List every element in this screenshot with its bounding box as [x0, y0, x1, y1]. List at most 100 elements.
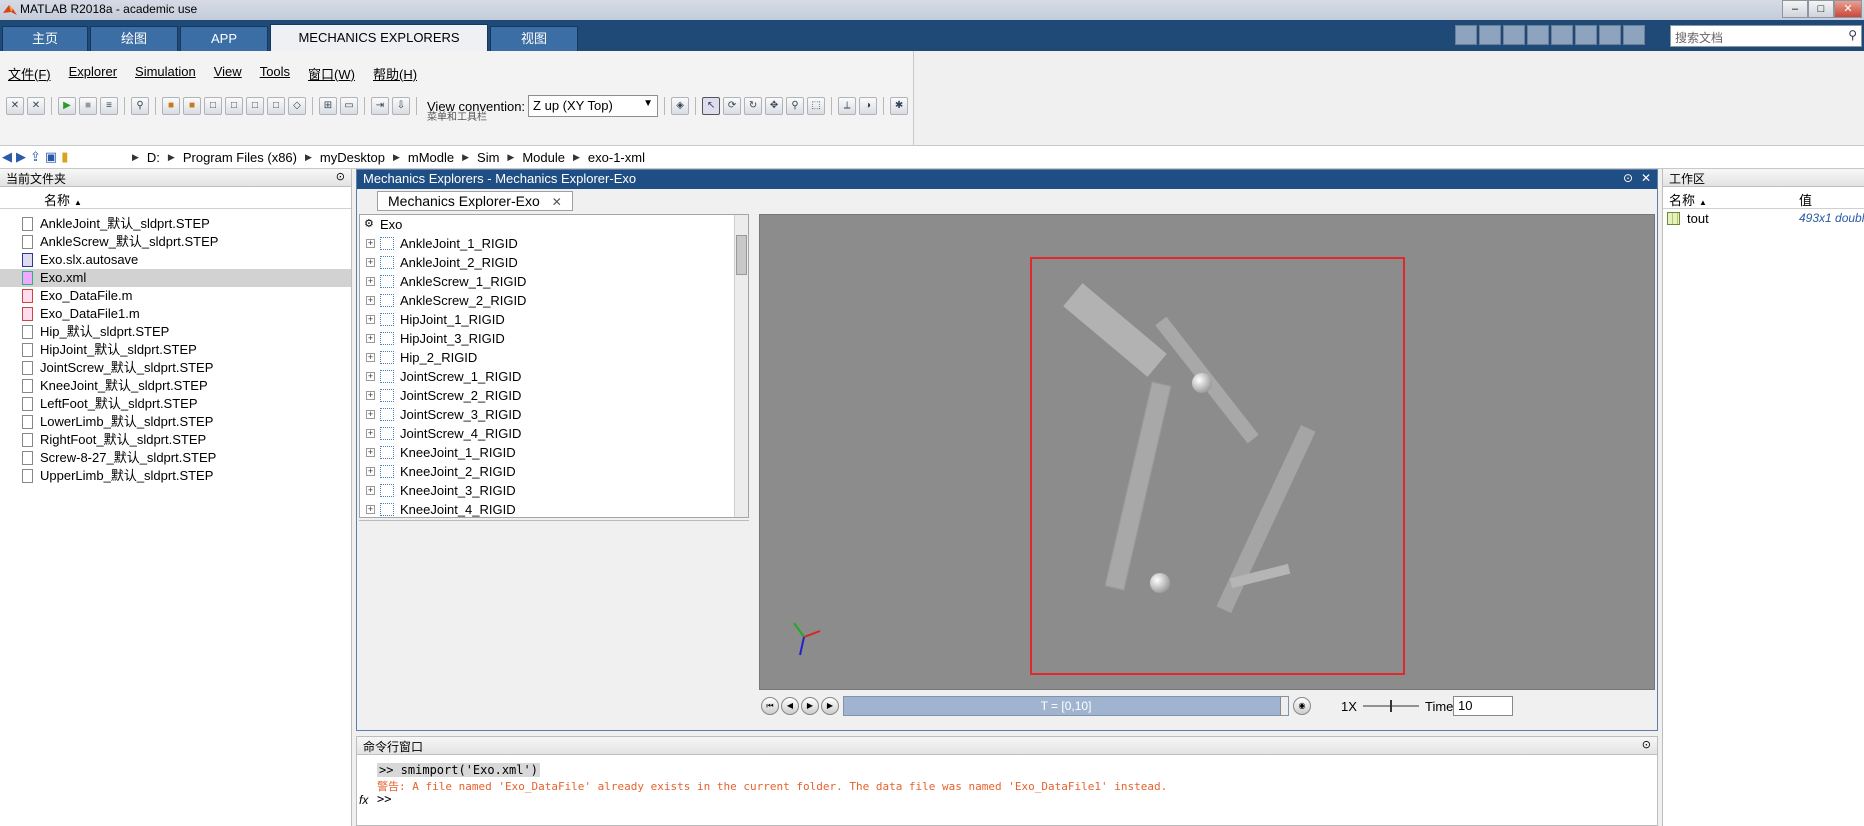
cut-icon[interactable]	[1479, 25, 1501, 45]
tree-node[interactable]: + KneeJoint_1_RIGID	[360, 443, 748, 462]
tree-node[interactable]: + JointScrew_1_RIGID	[360, 367, 748, 386]
scrollbar-thumb[interactable]	[736, 235, 747, 275]
expand-icon[interactable]: +	[366, 258, 375, 267]
menu-simulation[interactable]: Simulation	[135, 64, 196, 84]
tree-node[interactable]: + JointScrew_3_RIGID	[360, 405, 748, 424]
file-item[interactable]: Exo.slx.autosave	[0, 251, 351, 269]
panel-menu-icon[interactable]: ⊙	[1623, 171, 1633, 185]
rewind-icon[interactable]: ⏮	[761, 697, 779, 715]
menu-explorer[interactable]: Explorer	[69, 64, 117, 84]
save-icon[interactable]	[1455, 25, 1477, 45]
tab-mechanics-explorers[interactable]: MECHANICS EXPLORERS	[270, 24, 488, 51]
tree-node[interactable]: + KneeJoint_2_RIGID	[360, 462, 748, 481]
tree-node[interactable]: + AnkleScrew_2_RIGID	[360, 291, 748, 310]
tab-apps[interactable]: APP	[180, 26, 268, 51]
file-item[interactable]: KneeJoint_默认_sldprt.STEP	[0, 377, 351, 395]
tree-node[interactable]: + AnkleJoint_2_RIGID	[360, 253, 748, 272]
menu-view[interactable]: View	[214, 64, 242, 84]
close-icon[interactable]: ✕	[1641, 171, 1651, 185]
file-item[interactable]: Exo_DataFile1.m	[0, 305, 351, 323]
paste-icon[interactable]	[1527, 25, 1549, 45]
file-item[interactable]: LowerLimb_默认_sldprt.STEP	[0, 413, 351, 431]
expand-icon[interactable]: +	[366, 448, 375, 457]
tree-root[interactable]: ⚙ Exo	[360, 215, 748, 234]
tree-node[interactable]: + Hip_2_RIGID	[360, 348, 748, 367]
tree-node[interactable]: + HipJoint_3_RIGID	[360, 329, 748, 348]
expand-icon[interactable]: +	[366, 505, 375, 514]
expand-icon[interactable]: +	[366, 353, 375, 362]
close-tab-icon[interactable]: ✕	[552, 195, 562, 209]
panel-menu-icon[interactable]: ⊙	[336, 170, 345, 183]
tree-node[interactable]: + HipJoint_1_RIGID	[360, 310, 748, 329]
file-item[interactable]: Exo_DataFile.m	[0, 287, 351, 305]
breadcrumb-item[interactable]: Sim	[477, 150, 499, 165]
breadcrumb-item[interactable]: mModle	[408, 150, 454, 165]
time-input[interactable]: 10	[1453, 696, 1513, 716]
file-item[interactable]: AnkleScrew_默认_sldprt.STEP	[0, 233, 351, 251]
file-item[interactable]: HipJoint_默认_sldprt.STEP	[0, 341, 351, 359]
column-header-name[interactable]: 名称 ▲	[0, 187, 351, 209]
menu-file[interactable]: 文件(F)	[8, 64, 51, 84]
tree-scrollbar[interactable]	[734, 215, 748, 517]
undo-icon[interactable]	[1551, 25, 1573, 45]
file-item[interactable]: JointScrew_默认_sldprt.STEP	[0, 359, 351, 377]
expand-icon[interactable]: +	[366, 467, 375, 476]
command-prompt[interactable]: >>	[377, 792, 391, 806]
menu-help[interactable]: 帮助(H)	[373, 64, 417, 84]
tree-node[interactable]: + KneeJoint_4_RIGID	[360, 500, 748, 517]
expand-icon[interactable]: +	[366, 277, 375, 286]
breadcrumb-item[interactable]: D:	[147, 150, 160, 165]
search-documentation-input[interactable]: 搜索文档 ⚲	[1670, 25, 1862, 47]
help-icon[interactable]	[1623, 25, 1645, 45]
close-button[interactable]: ✕	[1834, 0, 1862, 18]
tab-home[interactable]: 主页	[2, 26, 88, 51]
file-item-selected[interactable]: Exo.xml	[0, 269, 351, 287]
file-item[interactable]: UpperLimb_默认_sldprt.STEP	[0, 467, 351, 485]
expand-icon[interactable]: +	[366, 486, 375, 495]
slider-thumb[interactable]	[1280, 697, 1288, 715]
up-folder-icon[interactable]: ⇪	[30, 149, 41, 165]
forward-icon[interactable]: ▶	[16, 149, 26, 165]
tree-node[interactable]: + AnkleScrew_1_RIGID	[360, 272, 748, 291]
file-item[interactable]: AnkleJoint_默认_sldprt.STEP	[0, 215, 351, 233]
step-back-icon[interactable]: ◀	[781, 697, 799, 715]
expand-icon[interactable]: +	[366, 296, 375, 305]
expand-icon[interactable]: +	[366, 239, 375, 248]
file-item[interactable]: LeftFoot_默认_sldprt.STEP	[0, 395, 351, 413]
document-tab[interactable]: Mechanics Explorer-Exo ✕	[377, 191, 573, 211]
tree-node[interactable]: + AnkleJoint_1_RIGID	[360, 234, 748, 253]
tree-node[interactable]: + KneeJoint_3_RIGID	[360, 481, 748, 500]
maximize-button[interactable]: □	[1808, 0, 1834, 18]
switch-windows-icon[interactable]	[1599, 25, 1621, 45]
tab-plots[interactable]: 绘图	[90, 26, 178, 51]
breadcrumb-item[interactable]: exo-1-xml	[588, 150, 645, 165]
workspace-variable-row[interactable]: tout 493x1 double	[1663, 209, 1864, 229]
redo-icon[interactable]	[1575, 25, 1597, 45]
browse-folder-icon[interactable]: ▣	[45, 149, 57, 165]
expand-icon[interactable]: +	[366, 429, 375, 438]
back-icon[interactable]: ◀	[2, 149, 12, 165]
step-forward-icon[interactable]: ▶	[821, 697, 839, 715]
speed-slider[interactable]	[1361, 697, 1421, 715]
panel-menu-icon[interactable]: ⊙	[1642, 738, 1651, 751]
record-icon[interactable]: ◉	[1293, 697, 1311, 715]
minimize-button[interactable]: –	[1782, 0, 1808, 18]
expand-icon[interactable]: +	[366, 315, 375, 324]
tree-node[interactable]: + JointScrew_2_RIGID	[360, 386, 748, 405]
workspace-column-header[interactable]: 名称 ▲ 值	[1663, 187, 1864, 209]
breadcrumb-item[interactable]: Module	[522, 150, 565, 165]
file-item[interactable]: RightFoot_默认_sldprt.STEP	[0, 431, 351, 449]
expand-icon[interactable]: +	[366, 410, 375, 419]
function-browser-icon[interactable]: fx	[359, 793, 368, 807]
tree-node[interactable]: + JointScrew_4_RIGID	[360, 424, 748, 443]
expand-icon[interactable]: +	[366, 391, 375, 400]
play-icon[interactable]: ▶	[801, 697, 819, 715]
expand-icon[interactable]: +	[366, 334, 375, 343]
copy-icon[interactable]	[1503, 25, 1525, 45]
tab-view[interactable]: 视图	[490, 26, 578, 51]
file-item[interactable]: Hip_默认_sldprt.STEP	[0, 323, 351, 341]
time-slider[interactable]: T = [0,10]	[843, 696, 1289, 716]
file-item[interactable]: Screw-8-27_默认_sldprt.STEP	[0, 449, 351, 467]
breadcrumb-item[interactable]: Program Files (x86)	[183, 150, 297, 165]
3d-viewer[interactable]	[759, 214, 1655, 690]
